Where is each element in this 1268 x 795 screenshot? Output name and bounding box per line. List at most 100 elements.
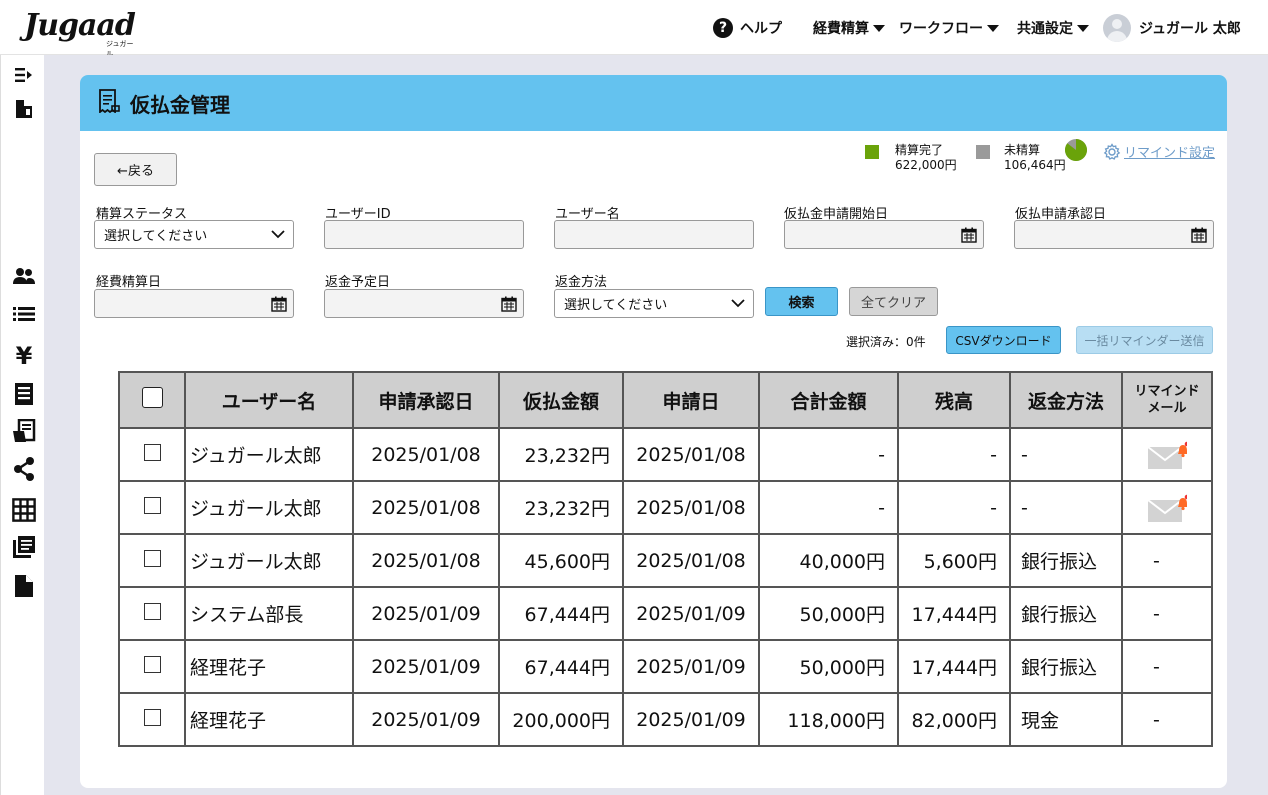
row-checkbox[interactable] (143, 443, 161, 461)
cell-advance-amount: 45,600円 (498, 533, 624, 588)
col-advance-amount[interactable]: 仮払金額 (498, 371, 624, 429)
cell-balance: 17,444円 (897, 639, 1011, 694)
cell-applied-date: 2025/01/09 (622, 586, 760, 641)
cell-approved-date: 2025/01/09 (352, 586, 500, 641)
cell-balance: 82,000円 (897, 692, 1011, 747)
nav-expense-menu[interactable]: 経費精算 (813, 14, 885, 42)
cell-remind-mail (1121, 427, 1213, 482)
mail-bell-icon[interactable] (1147, 441, 1190, 469)
caret-down-icon (987, 24, 999, 32)
building-icon[interactable] (12, 97, 36, 121)
refund-method-select[interactable]: 選択してください (554, 289, 754, 318)
logo-text: Jugaad (24, 8, 136, 43)
cell-remind-mail (1121, 480, 1213, 535)
done-legend-amount: 622,000円 (895, 158, 957, 172)
calendar-icon[interactable] (501, 296, 517, 312)
chevron-down-icon (271, 230, 285, 239)
chevron-down-icon (731, 299, 745, 308)
row-checkbox[interactable] (143, 496, 161, 514)
cell-balance: 17,444円 (897, 586, 1011, 641)
cell-approved-date: 2025/01/08 (352, 480, 500, 535)
ledger-icon[interactable] (12, 382, 36, 406)
refund-method-value: 選択してください (564, 298, 668, 313)
col-approved-date[interactable]: 申請承認日 (352, 371, 500, 429)
cell-remind-mail: - (1121, 639, 1213, 694)
row-checkbox[interactable] (143, 602, 161, 620)
report-icon[interactable] (12, 419, 36, 443)
cell-applied-date: 2025/01/09 (622, 639, 760, 694)
row-checkbox[interactable] (143, 655, 161, 673)
pending-legend-swatch (976, 145, 990, 159)
col-total-amount[interactable]: 合計金額 (758, 371, 899, 429)
refund-date-input[interactable] (324, 289, 524, 318)
remind-settings-label: リマインド設定 (1124, 146, 1216, 161)
calendar-icon[interactable] (1191, 227, 1207, 243)
user-menu[interactable]: ジュガール 太郎 (1103, 14, 1241, 42)
cell-user-name: ジュガール太郎 (184, 480, 354, 535)
cell-applied-date: 2025/01/08 (622, 480, 760, 535)
cell-remind-mail: - (1121, 692, 1213, 747)
select-all-checkbox[interactable] (141, 387, 163, 408)
row-checkbox[interactable] (143, 549, 161, 567)
nav-workflow-menu[interactable]: ワークフロー (899, 14, 999, 42)
clear-all-button[interactable]: 全てクリア (849, 287, 938, 316)
users-icon[interactable] (12, 264, 36, 288)
cell-total-amount: - (758, 480, 899, 535)
col-applied-date[interactable]: 申請日 (622, 371, 760, 429)
table-row[interactable]: システム部長 2025/01/09 67,444円 2025/01/09 50,000円… (118, 586, 1213, 641)
nav-common-settings-menu[interactable]: 共通設定 (1017, 14, 1089, 42)
user-id-input[interactable] (324, 220, 524, 249)
cell-approved-date: 2025/01/09 (352, 692, 500, 747)
cell-applied-date: 2025/01/08 (622, 427, 760, 482)
status-select[interactable]: 選択してください (94, 220, 294, 249)
share-icon[interactable] (12, 457, 36, 481)
done-legend: 精算完了 622,000円 (895, 143, 957, 173)
table-row[interactable]: 経理花子 2025/01/09 67,444円 2025/01/09 50,000円 17… (118, 639, 1213, 694)
document-icon[interactable] (12, 574, 36, 598)
calendar-icon[interactable] (961, 227, 977, 243)
approve-date-input[interactable] (1014, 220, 1214, 249)
apply-start-date-input[interactable] (784, 220, 984, 249)
grid-icon[interactable] (12, 498, 36, 522)
mail-bell-icon[interactable] (1147, 494, 1190, 522)
calendar-icon[interactable] (271, 296, 287, 312)
remind-settings-link[interactable]: リマインド設定 (1103, 142, 1215, 161)
cell-refund-method: 銀行振込 (1009, 586, 1123, 641)
help-link[interactable]: ? ヘルプ (713, 14, 782, 42)
list-icon[interactable] (12, 302, 36, 326)
app-logo[interactable]: Jugaad ジュガール (24, 8, 136, 59)
cell-refund-method: 銀行振込 (1009, 639, 1123, 694)
csv-download-button[interactable]: CSVダウンロード (946, 326, 1061, 354)
bulk-reminder-button[interactable]: 一括リマインダー送信 (1076, 326, 1213, 354)
row-select-cell (118, 533, 186, 588)
user-name-input[interactable] (554, 220, 754, 249)
cell-remind-mail: - (1121, 586, 1213, 641)
col-user-name[interactable]: ユーザー名 (184, 371, 354, 429)
cell-advance-amount: 200,000円 (498, 692, 624, 747)
col-remind-mail: リマインド メール (1121, 371, 1213, 429)
table-row[interactable]: ジュガール太郎 2025/01/08 23,232円 2025/01/08- - - (118, 427, 1213, 482)
help-label: ヘルプ (740, 21, 782, 37)
books-icon[interactable] (12, 535, 36, 559)
sidebar: ¥ (0, 55, 44, 795)
expense-date-label: 経費精算日 (96, 275, 162, 290)
row-checkbox[interactable] (143, 708, 161, 726)
table-row[interactable]: ジュガール太郎 2025/01/08 23,232円 2025/01/08- - - (118, 480, 1213, 535)
search-button[interactable]: 検索 (765, 287, 838, 316)
cell-remind-mail: - (1121, 533, 1213, 588)
cell-total-amount: 40,000円 (758, 533, 899, 588)
row-select-cell (118, 692, 186, 747)
pending-legend-amount: 106,464円 (1004, 158, 1066, 172)
cell-approved-date: 2025/01/09 (352, 639, 500, 694)
cell-total-amount: 50,000円 (758, 639, 899, 694)
collapse-menu-icon[interactable] (12, 63, 36, 87)
col-balance[interactable]: 残高 (897, 371, 1011, 429)
table-row[interactable]: 経理花子 2025/01/09 200,000円 2025/01/09 118,000円… (118, 692, 1213, 747)
back-button[interactable]: ←戻る (94, 153, 177, 186)
yen-icon[interactable]: ¥ (12, 342, 36, 370)
expense-date-input[interactable] (94, 289, 294, 318)
table-row[interactable]: ジュガール太郎 2025/01/08 45,600円 2025/01/08 40,000… (118, 533, 1213, 588)
cell-user-name: ジュガール太郎 (184, 533, 354, 588)
cell-refund-method: - (1009, 480, 1123, 535)
col-refund-method[interactable]: 返金方法 (1009, 371, 1123, 429)
